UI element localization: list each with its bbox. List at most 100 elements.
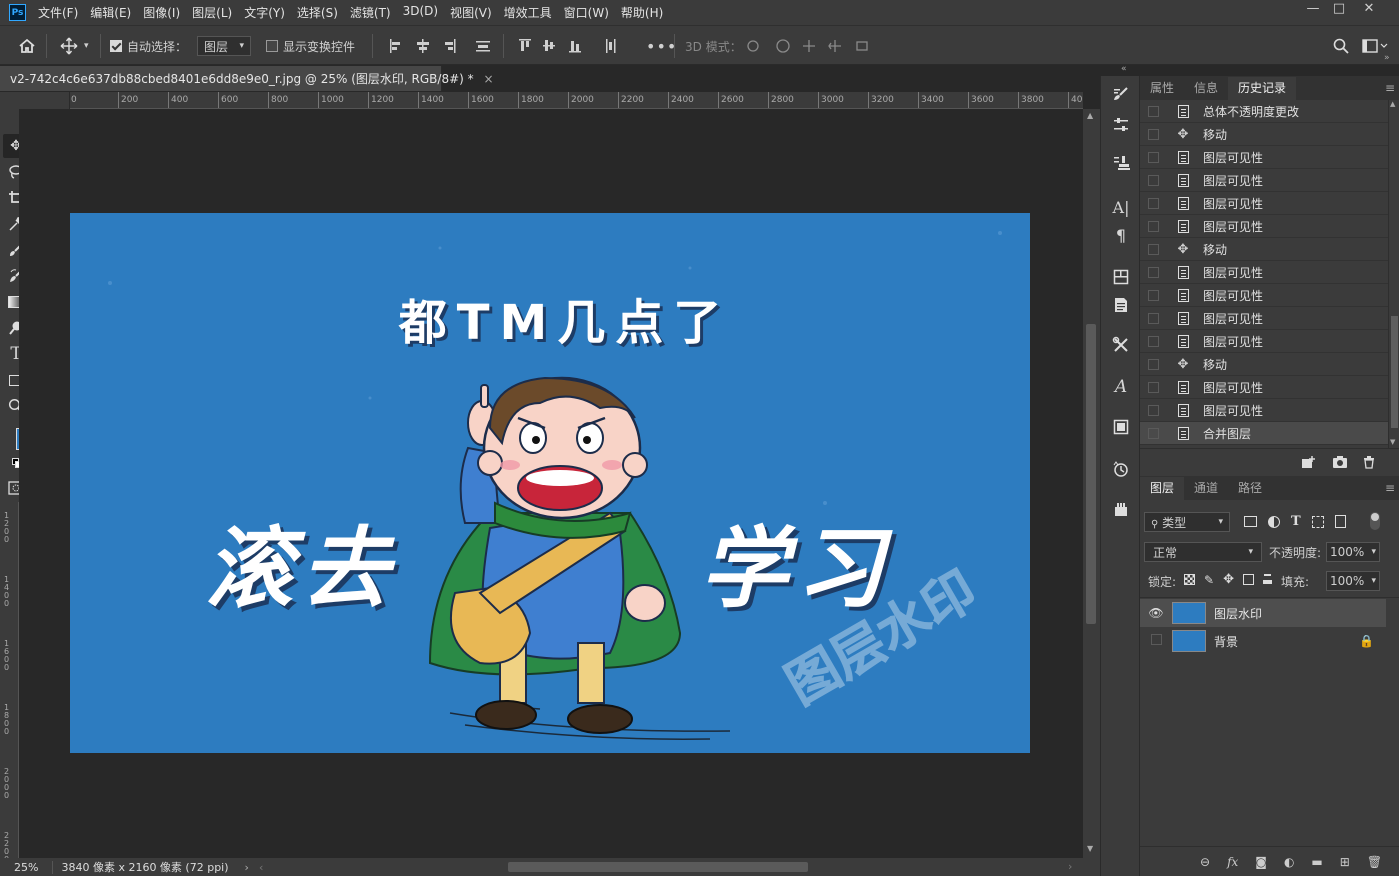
paragraph-panel-icon[interactable]: ¶ [1109,224,1133,246]
notes-icon[interactable] [1109,294,1133,316]
history-item[interactable]: ✥ 移动 [1140,123,1388,146]
search-icon[interactable] [1333,36,1349,56]
history-item[interactable]: ✥ 移动 [1140,353,1388,376]
history-brush-source-box[interactable] [1148,335,1159,347]
link-layers-icon[interactable]: ⊖ [1200,855,1210,869]
visibility-toggle-box[interactable] [1140,634,1172,648]
menu-item-3[interactable]: 图层(L) [186,4,238,21]
snapshot-camera-icon[interactable] [1332,455,1348,472]
adjustment-filter-icon[interactable] [1268,515,1280,528]
chevron-down-icon[interactable]: ▾ [84,41,89,51]
history-item[interactable]: 图层可见性 [1140,169,1388,192]
new-layer-icon[interactable]: ⊞ [1340,855,1350,869]
lock-position-icon[interactable]: ✥ [1223,572,1234,587]
history-brush-source-box[interactable] [1148,128,1159,140]
eye-icon[interactable]: 👁 [1140,606,1172,620]
scroll-down-icon[interactable]: ▼ [1390,438,1395,446]
menu-item-10[interactable]: 窗口(W) [558,4,615,21]
chevron-down-icon[interactable]: ▾ [1371,576,1376,586]
tab-channels[interactable]: 通道 [1184,477,1228,500]
tools-preset-icon[interactable] [1109,334,1133,356]
menu-item-4[interactable]: 文字(Y) [238,4,291,21]
history-item[interactable]: 图层可见性 [1140,399,1388,422]
move-tool-icon[interactable]: ▾ [60,36,89,56]
fill-input[interactable]: 100% ▾ [1326,571,1380,591]
vertical-scrollbar[interactable]: ▲ ▼ [1083,109,1100,858]
layer-style-icon[interactable]: fx [1227,855,1238,869]
brush-settings-icon[interactable] [1109,84,1133,106]
history-item[interactable]: 图层可见性 [1140,146,1388,169]
collapse-right-panel-icon[interactable]: » [1384,53,1390,63]
history-brush-source-box[interactable] [1148,174,1159,186]
close-window-button[interactable]: ✕ [1354,0,1384,20]
adjustments-icon[interactable] [1109,114,1133,136]
tab-info[interactable]: 信息 [1184,77,1228,100]
tab-properties[interactable]: 属性 [1140,77,1184,100]
history-item[interactable]: 图层可见性 [1140,307,1388,330]
history-brush-source-box[interactable] [1148,266,1159,278]
history-scrollbar-thumb[interactable] [1391,316,1398,428]
glyphs-icon[interactable]: A [1109,376,1133,398]
history-brush-source-box[interactable] [1148,151,1159,163]
history-brush-source-box[interactable] [1148,243,1159,255]
checkbox-checked-icon[interactable] [110,40,122,52]
actions-icon[interactable] [1109,498,1133,520]
collapse-panels-icon[interactable]: « [1121,64,1127,74]
scroll-right-icon[interactable]: › [1068,860,1072,873]
history-brush-source-box[interactable] [1148,404,1159,416]
history-item[interactable]: 图层可见性 [1140,284,1388,307]
scroll-down-icon[interactable]: ▼ [1087,844,1093,853]
auto-select-checkbox[interactable]: 自动选择： [110,36,187,56]
tab-history[interactable]: 历史记录 [1228,77,1297,100]
chevron-right-icon[interactable]: › [237,861,257,874]
menu-item-6[interactable]: 滤镜(T) [344,4,397,21]
type-filter-icon[interactable]: T [1291,514,1301,529]
swatches-icon[interactable] [1109,416,1133,438]
menu-item-7[interactable]: 3D(D) [397,4,444,21]
scroll-left-icon[interactable]: ‹ [257,861,265,874]
history-brush-source-box[interactable] [1148,197,1159,209]
history-item[interactable]: 图层可见性 [1140,330,1388,353]
close-tab-icon[interactable]: × [483,72,493,86]
auto-select-dropdown[interactable]: 图层 ▾ [197,36,251,56]
history-item[interactable]: 图层可见性 [1140,192,1388,215]
history-item[interactable]: 总体不透明度更改 [1140,100,1388,123]
layer-row[interactable]: 背景 🔒 [1140,627,1386,655]
history-item[interactable]: 合并图层 [1140,422,1388,445]
history-brush-source-box[interactable] [1148,220,1159,232]
scrollbar-thumb[interactable] [1086,324,1096,624]
menu-item-8[interactable]: 视图(V) [444,4,498,21]
panel-menu-icon[interactable]: ≡ [1385,477,1395,500]
lock-pixels-icon[interactable]: ✎ [1204,573,1214,587]
history-brush-source-box[interactable] [1148,289,1159,301]
scroll-up-icon[interactable]: ▲ [1087,111,1093,120]
image-filter-icon[interactable] [1244,516,1257,527]
horizontal-scrollbar-thumb[interactable] [508,862,808,872]
scroll-up-icon[interactable]: ▲ [1390,100,1395,108]
history-brush-source-box[interactable] [1148,358,1159,370]
new-document-from-state-icon[interactable] [1300,455,1316,472]
tab-paths[interactable]: 路径 [1228,477,1272,500]
lock-artboard-icon[interactable] [1242,574,1254,585]
panel-menu-icon[interactable]: ≡ [1385,77,1395,100]
add-mask-icon[interactable]: ◙ [1255,855,1267,869]
layer-row[interactable]: 👁 图层水印 [1140,599,1386,627]
history-brush-source-box[interactable] [1148,312,1159,324]
history-brush-source-box[interactable] [1148,427,1159,439]
history-item[interactable]: 图层可见性 [1140,215,1388,238]
clone-source-icon[interactable] [1109,152,1133,174]
layer-filter-dropdown[interactable]: ⚲ 类型 ▾ [1144,512,1230,532]
smart-object-filter-icon[interactable] [1334,515,1346,528]
show-transform-checkbox[interactable]: 显示变换控件 [266,36,355,56]
character-panel-icon[interactable]: A| [1109,196,1133,218]
shape-filter-icon[interactable] [1311,515,1324,528]
chevron-down-icon[interactable]: ▾ [1371,547,1376,557]
lock-icon[interactable]: 🔒 [1359,634,1374,648]
history-brush-source-box[interactable] [1148,381,1159,393]
lock-all-icon[interactable] [1262,575,1272,584]
maximize-button[interactable]: □ [1324,0,1354,20]
filter-toggle[interactable] [1370,512,1380,530]
lock-transparency-icon[interactable] [1184,574,1195,585]
blend-mode-dropdown[interactable]: 正常 ▾ [1144,542,1262,562]
history-panel-icon[interactable] [1109,458,1133,480]
